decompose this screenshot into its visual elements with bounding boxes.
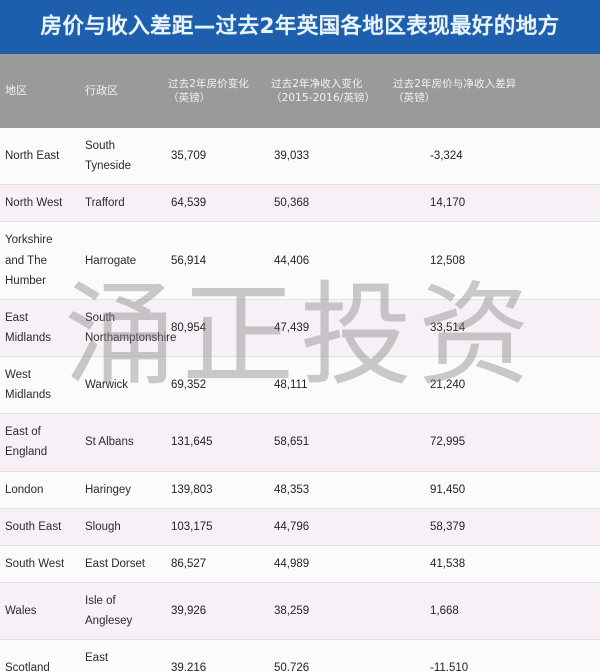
cell-house-price-change: 39,926	[163, 581, 266, 640]
cell-net-income-change: 44,796	[266, 507, 388, 546]
table-header: 地区 行政区 过去2年房价变化 （英镑） 过去2年净收入变化 （2015-201…	[0, 54, 600, 128]
infographic-table-page: 房价与收入差距—过去2年英国各地区表现最好的地方 地区 行政区 过去2年房价变化…	[0, 0, 600, 671]
cell-difference: -11,510	[388, 639, 600, 671]
cell-difference: 58,379	[388, 507, 600, 546]
cell-district: Harrogate	[80, 221, 163, 300]
title-bar: 房价与收入差距—过去2年英国各地区表现最好的地方	[0, 0, 600, 54]
cell-net-income-change: 48,111	[266, 355, 388, 414]
cell-net-income-change: 39,033	[266, 128, 388, 185]
cell-district: South Tyneside	[80, 128, 163, 185]
table-row: West Midlands Warwick 69,352 48,111 21,240	[0, 355, 600, 414]
table-row: London Haringey 139,803 48,353 91,450	[0, 470, 600, 509]
cell-difference: 41,538	[388, 544, 600, 583]
cell-net-income-change: 58,651	[266, 413, 388, 471]
cell-region: Yorkshire and The Humber	[0, 221, 80, 300]
cell-region: Scotland	[0, 639, 80, 671]
cell-net-income-change: 44,406	[266, 221, 388, 300]
cell-house-price-change: 56,914	[163, 221, 266, 300]
cell-region: East of England	[0, 413, 80, 471]
cell-district: South Northamptonshire	[80, 298, 176, 357]
cell-difference: 1,668	[388, 581, 600, 640]
table-row: North West Trafford 64,539 50,368 14,170	[0, 184, 600, 222]
table-header-row: 地区 行政区 过去2年房价变化 （英镑） 过去2年净收入变化 （2015-201…	[0, 54, 600, 128]
column-header-region: 地区	[0, 54, 80, 128]
cell-difference: 12,508	[388, 221, 600, 300]
column-header-net-income-change: 过去2年净收入变化 （2015-2016/英镑）	[266, 54, 388, 128]
cell-house-price-change: 80,954	[163, 298, 266, 357]
cell-region: North East	[0, 128, 80, 185]
cell-region: South East	[0, 507, 80, 546]
cell-house-price-change: 86,527	[163, 544, 266, 583]
cell-district: East Dorset	[80, 544, 163, 583]
cell-house-price-change: 131,645	[163, 413, 266, 471]
cell-house-price-change: 35,709	[163, 128, 266, 185]
cell-region: East Midlands	[0, 298, 80, 357]
page-title: 房价与收入差距—过去2年英国各地区表现最好的地方	[40, 14, 560, 40]
cell-house-price-change: 103,175	[163, 507, 266, 546]
cell-house-price-change: 64,539	[163, 184, 266, 222]
cell-net-income-change: 44,989	[266, 544, 388, 583]
column-header-house-price-change: 过去2年房价变化 （英镑）	[163, 54, 266, 128]
column-header-difference: 过去2年房价与净收入差异 （英镑）	[388, 54, 600, 128]
table-body: North East South Tyneside 35,709 39,033 -3,3…	[0, 128, 600, 671]
cell-house-price-change: 69,352	[163, 355, 266, 414]
table-row: East Midlands South Northamptonshire 80,95…	[0, 298, 600, 357]
cell-net-income-change: 38,259	[266, 581, 388, 640]
cell-net-income-change: 50,368	[266, 184, 388, 222]
table-row: Yorkshire and The Humber Harrogate 56,914 4…	[0, 221, 600, 300]
cell-district: Trafford	[80, 184, 163, 222]
cell-difference: 33,514	[388, 298, 600, 357]
table-row: South West East Dorset 86,527 44,989 41,538	[0, 544, 600, 583]
table-row: South East Slough 103,175 44,796 58,379	[0, 507, 600, 546]
cell-house-price-change: 39,216	[163, 639, 266, 671]
cell-district: Isle of Anglesey	[80, 581, 163, 640]
cell-house-price-change: 139,803	[163, 470, 266, 509]
cell-region: West Midlands	[0, 355, 80, 414]
cell-difference: 21,240	[388, 355, 600, 414]
cell-difference: 14,170	[388, 184, 600, 222]
cell-net-income-change: 47,439	[266, 298, 388, 357]
column-header-district: 行政区	[80, 54, 163, 128]
cell-district: Haringey	[80, 470, 163, 509]
cell-net-income-change: 48,353	[266, 470, 388, 509]
cell-district: Slough	[80, 507, 163, 546]
cell-district: Warwick	[80, 355, 163, 414]
table-row: East of England St Albans 131,645 58,651 72,…	[0, 413, 600, 471]
cell-difference: 91,450	[388, 470, 600, 509]
table-container: 地区 行政区 过去2年房价变化 （英镑） 过去2年净收入变化 （2015-201…	[0, 54, 600, 671]
cell-region: North West	[0, 184, 80, 222]
cell-net-income-change: 50,726	[266, 639, 388, 671]
cell-region: London	[0, 470, 80, 509]
cell-district: East Dunbartonshire	[80, 639, 163, 671]
cell-region: South West	[0, 544, 80, 583]
cell-region: Wales	[0, 581, 80, 640]
cell-difference: -3,324	[388, 128, 600, 185]
table-row: North East South Tyneside 35,709 39,033 -3,3…	[0, 128, 600, 185]
data-table: 地区 行政区 过去2年房价变化 （英镑） 过去2年净收入变化 （2015-201…	[0, 54, 600, 671]
cell-district: St Albans	[80, 413, 163, 471]
table-row: Wales Isle of Anglesey 39,926 38,259 1,668	[0, 581, 600, 640]
table-row: ScotlandEast Dunbartonshire39,21650,726-…	[0, 639, 600, 671]
cell-difference: 72,995	[388, 413, 600, 471]
